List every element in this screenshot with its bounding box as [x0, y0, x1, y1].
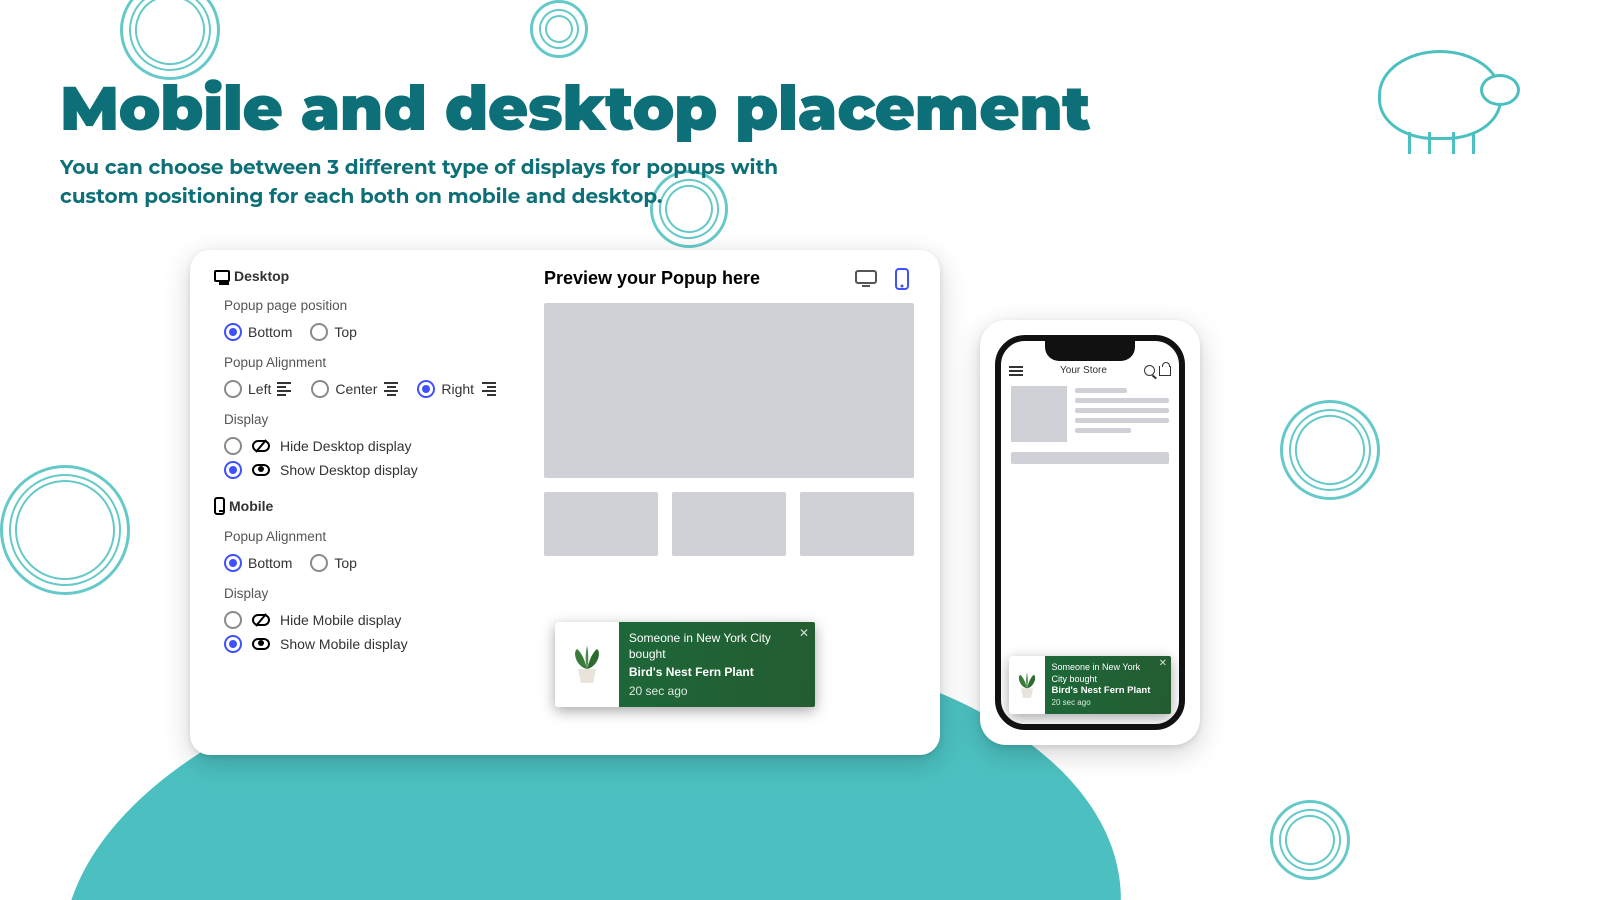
phone-content-skeleton	[1001, 380, 1179, 470]
search-icon[interactable]	[1144, 365, 1155, 376]
align-center-icon	[383, 382, 399, 396]
mobile-icon	[214, 497, 225, 515]
phone-mockup: Your Store Someon	[980, 320, 1200, 745]
eye-off-icon	[252, 614, 270, 626]
radio-position-top-label[interactable]: Top	[334, 324, 357, 340]
mobile-section-label: Mobile	[229, 498, 273, 514]
mobile-alignment-field-label: Popup Alignment	[224, 529, 534, 544]
yarn-ball-icon	[1270, 800, 1350, 880]
popup-close-button[interactable]: ✕	[1159, 658, 1167, 669]
radio-mobile-top-label[interactable]: Top	[334, 555, 357, 571]
radio-position-top[interactable]	[310, 323, 328, 341]
popup-line: Someone in New York City bought	[629, 630, 795, 662]
popup-close-button[interactable]: ✕	[799, 626, 809, 640]
popup-toast-mobile-preview: Someone in New York City bought Bird's N…	[1009, 656, 1171, 714]
radio-align-center[interactable]	[311, 380, 329, 398]
popup-time: 20 sec ago	[1052, 698, 1157, 709]
popup-line: Someone in New York City bought	[1052, 661, 1157, 685]
yarn-ball-icon	[530, 0, 588, 58]
radio-align-right-label[interactable]: Right	[441, 381, 474, 397]
skeleton-block	[1011, 386, 1067, 442]
skeleton-block	[1011, 452, 1169, 464]
radio-hide-desktop-label[interactable]: Hide Desktop display	[280, 438, 412, 454]
skeleton-block	[544, 492, 658, 556]
radio-show-desktop-label[interactable]: Show Desktop display	[280, 462, 418, 478]
radio-hide-desktop[interactable]	[224, 437, 242, 455]
desktop-icon	[214, 270, 230, 282]
radio-align-right[interactable]	[417, 380, 435, 398]
page-title: Mobile and desktop placement	[60, 70, 1540, 146]
yarn-ball-icon	[0, 465, 130, 595]
popup-product-name: Bird's Nest Fern Plant	[1052, 685, 1157, 698]
phone-frame: Your Store Someon	[995, 335, 1185, 730]
popup-product-name: Bird's Nest Fern Plant	[629, 664, 795, 680]
popup-product-image	[555, 622, 619, 707]
radio-align-center-label[interactable]: Center	[335, 381, 377, 397]
radio-align-left[interactable]	[224, 380, 242, 398]
radio-show-mobile[interactable]	[224, 635, 242, 653]
hamburger-icon[interactable]	[1009, 366, 1023, 376]
display-field-label: Display	[224, 412, 534, 427]
popup-toast-preview: Someone in New York City bought Bird's N…	[555, 622, 815, 707]
radio-show-mobile-label[interactable]: Show Mobile display	[280, 636, 408, 652]
page-subtitle: You can choose between 3 different type …	[60, 154, 820, 212]
desktop-icon	[855, 270, 877, 288]
radio-hide-mobile[interactable]	[224, 611, 242, 629]
eye-off-icon	[252, 440, 270, 452]
radio-position-bottom-label[interactable]: Bottom	[248, 324, 292, 340]
desktop-section-title: Desktop	[214, 268, 534, 284]
alignment-field-label: Popup Alignment	[224, 355, 534, 370]
skeleton-block	[800, 492, 914, 556]
popup-product-image	[1009, 656, 1045, 714]
eye-icon	[252, 464, 270, 476]
radio-mobile-bottom[interactable]	[224, 554, 242, 572]
cart-icon[interactable]	[1159, 366, 1171, 376]
align-left-icon	[277, 382, 293, 396]
yarn-ball-icon	[1280, 400, 1380, 500]
mobile-icon	[895, 268, 909, 290]
skeleton-banner	[544, 303, 914, 478]
position-field-label: Popup page position	[224, 298, 534, 313]
radio-position-bottom[interactable]	[224, 323, 242, 341]
phone-notch	[1045, 341, 1135, 361]
preview-title: Preview your Popup here	[544, 268, 842, 289]
popup-time: 20 sec ago	[629, 683, 795, 699]
store-name: Your Store	[1060, 365, 1107, 376]
yarn-ball-icon	[120, 0, 220, 80]
radio-mobile-bottom-label[interactable]: Bottom	[248, 555, 292, 571]
radio-hide-mobile-label[interactable]: Hide Mobile display	[280, 612, 401, 628]
radio-show-desktop[interactable]	[224, 461, 242, 479]
align-right-icon	[480, 382, 496, 396]
radio-mobile-top[interactable]	[310, 554, 328, 572]
skeleton-block	[672, 492, 786, 556]
mobile-display-field-label: Display	[224, 586, 534, 601]
radio-align-left-label[interactable]: Left	[248, 381, 271, 397]
mobile-section-title: Mobile	[214, 497, 534, 515]
preview-mobile-button[interactable]	[890, 269, 914, 289]
desktop-preview-skeleton	[544, 303, 914, 556]
preview-desktop-button[interactable]	[854, 269, 878, 289]
settings-panel: Desktop Popup page position Bottom Top P…	[214, 268, 534, 735]
desktop-section-label: Desktop	[234, 268, 289, 284]
eye-icon	[252, 638, 270, 650]
